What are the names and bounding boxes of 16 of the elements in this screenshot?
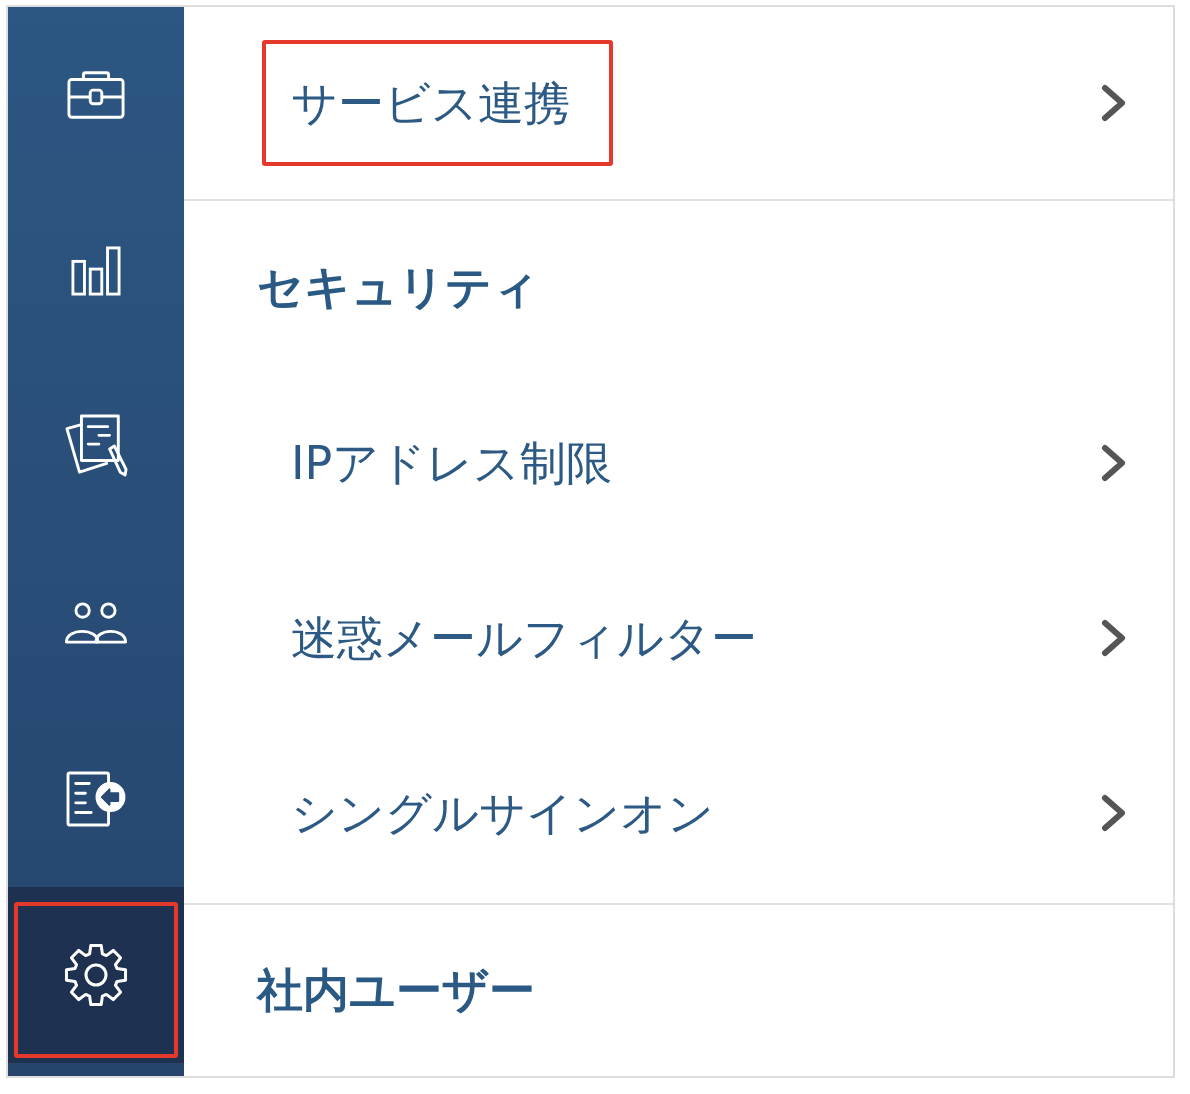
document-arrow-icon — [66, 771, 126, 827]
briefcase-icon — [67, 70, 125, 120]
bar-chart-icon — [71, 246, 121, 296]
settings-icon — [64, 943, 128, 1007]
chevron-right-icon — [1100, 83, 1128, 123]
people-icon — [64, 602, 128, 644]
menu-item[interactable]: IPアドレス制限 — [184, 375, 1173, 550]
section-heading: セキュリティ — [256, 259, 540, 316]
chevron-right-icon — [1100, 442, 1128, 483]
chevron-right-icon — [1100, 617, 1128, 658]
sidebar-item[interactable] — [8, 887, 184, 1063]
menu-item[interactable]: シングルサインオン — [184, 725, 1173, 900]
chevron-right-icon — [1100, 792, 1128, 833]
menu-item[interactable]: サービス連携 — [184, 7, 1173, 199]
section-heading: 社内ユーザー — [255, 961, 536, 1019]
menu-item[interactable]: 迷惑メールフィルター — [184, 550, 1173, 725]
